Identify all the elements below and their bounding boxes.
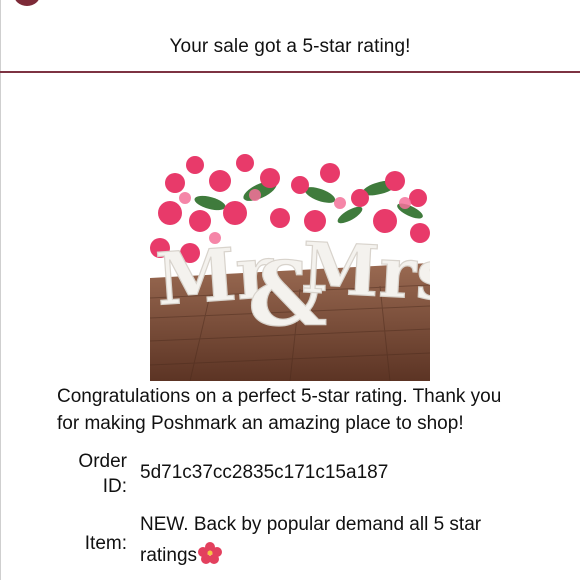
order-id-label: Order ID:	[78, 451, 127, 497]
rating-notification-page: Your sale got a 5-star rating! Mr & Mrs …	[0, 0, 580, 580]
svg-text:Mrs: Mrs	[300, 226, 430, 317]
header: Your sale got a 5-star rating!	[0, 0, 580, 73]
product-image[interactable]: Mr & Mrs	[150, 103, 430, 381]
item-text: NEW. Back by popular demand all 5 star r…	[140, 514, 482, 566]
left-divider	[0, 0, 1, 580]
order-id-value: 5d71c37cc2835c171c15a187	[140, 462, 389, 483]
hibiscus-icon	[198, 542, 223, 574]
page-title: Your sale got a 5-star rating!	[169, 36, 411, 57]
congrats-message: Congratulations on a perfect 5-star rati…	[57, 386, 502, 434]
item-label: Item:	[84, 533, 127, 554]
item-value: NEW. Back by popular demand all 5 star r…	[140, 509, 540, 574]
